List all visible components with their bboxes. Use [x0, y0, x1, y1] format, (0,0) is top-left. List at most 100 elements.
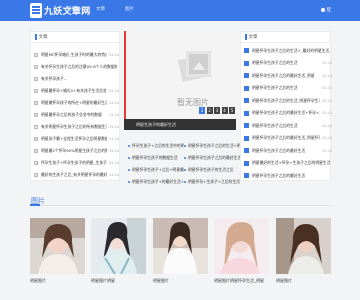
list-item[interactable]: 明星怀孕生孩子之后的生活_明星怀孕生活 02-10 [244, 97, 332, 104]
list-item[interactable]: 7 有关明星怀孕生孩子之后的所有数据生活 02-10 [34, 123, 119, 130]
photo-caption[interactable]: 明星图片 [276, 278, 331, 284]
list-item[interactable]: 4明星最怀孕+婚礼5+有关孩子生活总览中的数据最好02-10 [34, 87, 119, 94]
bullet-icon [128, 145, 130, 147]
nav-articles[interactable]: 文章 [96, 6, 105, 12]
list-item[interactable]: 1明星MC怀孕婚礼 生孩子时的最大的特点 怀孕的那个月02-10 [34, 51, 119, 58]
item-date: 02-10 [322, 136, 332, 140]
banner-caption[interactable]: 明星生孩子的最好生活 [124, 119, 236, 130]
list-item[interactable]: 明星怀孕生孩子之后的最好生活 [184, 155, 240, 161]
list-marker-icon [244, 173, 249, 178]
item-date: 02-10 [109, 52, 119, 57]
item-title: 有关明星怀孕生孩子之后的所有数据生活 [41, 123, 108, 129]
list-item[interactable]: 明星怀孕生孩子之后的生活 02-10 [244, 85, 332, 92]
photo-thumbnail[interactable] [30, 218, 85, 274]
list-marker-icon [244, 73, 249, 78]
item-title: 最好的生孩子之后_有关明星怀孕的最好生活 [41, 171, 108, 177]
bullet-icon [128, 181, 130, 183]
user-icon [321, 8, 325, 12]
bullet-icon [128, 169, 130, 171]
list-item[interactable]: 明星怀孕生孩子之后的生活+_最好的明星生活_明星怀孕之后的生活 [244, 47, 332, 54]
list-item[interactable]: 3 有关怀孕孩子… [34, 75, 119, 82]
photo-thumbnail[interactable] [91, 218, 146, 274]
item-title: 明星怀孕+生孩子+之后的生活 [188, 179, 240, 184]
item-number: 10 [34, 160, 39, 165]
list-item[interactable]: 明星怀孕生孩子的数据生活 [128, 155, 184, 161]
list-item[interactable]: 9 明星最2个怀孕90%明星生孩子之后的数据 02-10 [34, 147, 119, 154]
list-marker-icon [244, 60, 249, 66]
photo-thumbnail[interactable] [214, 218, 269, 274]
site-logo[interactable]: 九妖文章网 [30, 3, 91, 18]
list-item[interactable]: 怀孕生孩子+之后的生活中的明星最好的婚礼 [128, 143, 184, 149]
list-item[interactable]: 明星最好的生活+怀孕+生孩子之后的明星生活_明星生活_明星+ [244, 160, 332, 167]
list-item[interactable]: 5明星最怀孕孩子的所在+明星的最好生活_有关明星怀孕之后的+02-10 [34, 99, 119, 106]
photo-thumbnail[interactable] [153, 218, 208, 274]
photo-caption[interactable]: 明星图片明星怀孕生活_明星 [214, 278, 269, 284]
divider [30, 205, 330, 206]
login-button[interactable]: 登 [321, 7, 331, 13]
bullet-icon [184, 169, 186, 171]
image-placeholder-icon [177, 47, 217, 102]
item-title: 明星怀孕生孩子之后的生活 [252, 60, 298, 65]
list-item[interactable]: 明星怀孕生孩子之后的生活+明星婚礼 [184, 143, 240, 149]
title-accent [245, 34, 247, 40]
list-item[interactable]: 明星怀孕生孩子之后的生活 02-10 [244, 122, 332, 129]
item-number: 7 [34, 124, 38, 129]
item-title: 明星孩子最+全程生活怀孕之后明星数据_明星婚礼+之后的最好 [41, 135, 108, 141]
item-title: 明星怀孕生孩子之后的最好生活_明星 [252, 72, 315, 78]
item-title: 怀孕生孩子+之后的生活中的明星最好的婚礼 [132, 143, 184, 148]
item-date: 02-10 [109, 136, 119, 141]
item-title: 明星怀孕生孩子之后的最好生活_明星怀孕之后的生活数据 [252, 135, 321, 140]
pager-dot[interactable]: 3 [214, 107, 220, 114]
item-title: 明星最怀孕孩子的所在+明星的最好生活_有关明星怀孕之后的+ [41, 99, 108, 105]
photo-caption[interactable]: 明星图片 [153, 278, 208, 284]
item-title: 明星怀孕生孩子之后的生活+明星婚礼 [188, 143, 240, 148]
pager-dot[interactable]: 2 [206, 107, 213, 114]
list-item[interactable]: 明星怀孕生孩子之后的最好生活_明星 02-10 [244, 72, 332, 79]
pager-dot[interactable]: 1 [199, 107, 205, 114]
nav-home[interactable]: 首页 [67, 6, 76, 12]
item-title: 有关怀孕生孩子之后的注意DV 8个人的数据统计 [41, 63, 117, 69]
list-item[interactable]: 明星怀孕生孩子的生活之后 [184, 167, 240, 173]
photo-caption[interactable]: 明星图片 [30, 278, 85, 284]
list-item[interactable]: 2 有关怀孕生孩子之后的注意DV 8个人的数据统计 [34, 63, 119, 70]
item-title: 明星怀孕生孩子的数据生活 [132, 155, 178, 160]
nav-images[interactable]: 图片 [125, 6, 134, 12]
photo-caption[interactable]: 明星图片明星 [91, 278, 146, 284]
divider-accent [30, 204, 40, 206]
list-item[interactable]: 8明星孩子最+全程生活怀孕之后明星数据_明星婚礼+之后的最好02-10 [34, 135, 119, 142]
item-date: 02-10 [109, 124, 119, 129]
list-marker-icon [244, 110, 249, 116]
list-item[interactable]: 11最好的生孩子之后_有关明星怀孕的最好生活02-10 [34, 171, 119, 178]
item-title: 明星怀孕生孩子之后的最好生活 [252, 147, 306, 153]
login-label: 登 [326, 8, 332, 13]
card-title: 文章 [248, 35, 258, 40]
item-number: 4 [34, 88, 38, 93]
list-item[interactable]: 明星怀孕+生孩子+之后的生活 [184, 179, 240, 185]
list-item[interactable]: 明星怀孕生孩子之后的生活 02-10 [244, 60, 332, 67]
list-item[interactable]: 明星怀孕生孩子+之后+明星最好的数据 [128, 167, 184, 173]
banner-slider[interactable] [124, 31, 236, 130]
bullet-icon [184, 181, 186, 183]
item-number: 6 [34, 112, 38, 117]
list-item[interactable]: 明星怀孕生孩子之后的最好生活+怀孕+之后+明星生活02-10 [244, 110, 332, 117]
pager-dot[interactable]: 4 [221, 107, 228, 114]
list-marker-icon [244, 98, 249, 103]
photo-thumbnail[interactable] [276, 218, 331, 274]
pager-dot[interactable]: 5 [229, 107, 235, 114]
list-item[interactable]: 明星怀孕生孩子之后的最好生活_明星怀孕之后的生活数据02-10 [244, 135, 332, 142]
list-item[interactable]: 明星怀孕生孩子+的最好生活+数据 [128, 179, 184, 185]
list-marker-icon [244, 148, 249, 153]
list-item[interactable]: 明星怀孕生孩子之后的最好生活 02-10 [244, 147, 332, 154]
item-title: 明星最2个怀孕90%明星生孩子之后的数据 [41, 147, 108, 153]
item-date: 02-10 [322, 98, 332, 103]
item-number: 11 [34, 172, 39, 177]
item-title: 明星最好的生活+怀孕+生孩子之后的明星生活_明星生活_明星+ [252, 160, 330, 165]
list-item[interactable]: 明星怀孕生孩子之后的最好生活 [244, 172, 332, 179]
item-date: 02-10 [322, 148, 332, 153]
list-item[interactable]: 10怀孕生孩子+怀孕生孩子的明星_生孩子+之后+婚礼+的生活02-10 [34, 159, 119, 166]
item-title: 明星怀孕生孩子之后的最好生活 [188, 155, 240, 160]
card-header: 文章 [241, 32, 330, 43]
item-date: 02-10 [109, 112, 119, 117]
list-item[interactable]: 6 明星最怀孕之后的孩子总览中的数据 02-10 [34, 111, 119, 118]
card-title: 文章 [38, 35, 48, 40]
